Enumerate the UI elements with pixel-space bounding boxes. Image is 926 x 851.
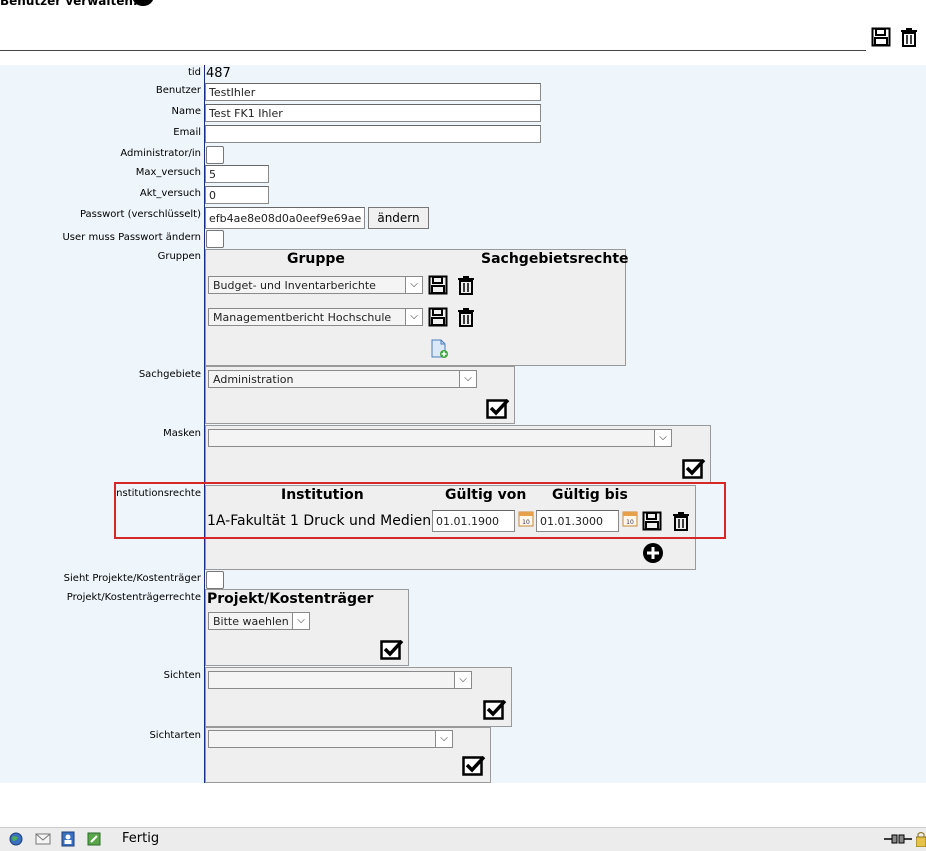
chevron-down-icon: ⌵ [405, 309, 422, 325]
projektrechte-label: Projekt/Kostenträgerrechte [66, 592, 201, 603]
max-versuch-input[interactable] [205, 165, 269, 183]
projekt-select[interactable]: Bitte waehlen ⌵ [208, 612, 310, 630]
tid-label: tid [187, 67, 201, 78]
chevron-down-icon: ⌵ [459, 371, 476, 387]
checkbox-checked-icon[interactable] [682, 457, 706, 482]
projekt-header: Projekt/Kostenträger [207, 591, 374, 607]
chevron-down-icon: ⌵ [654, 430, 671, 446]
gruppe-header: Gruppe [287, 251, 345, 267]
masken-label: Masken [163, 428, 201, 439]
akt-versuch-label: Akt_versuch [139, 188, 201, 199]
gruppe-select-value: Budget- und Inventarberichte [213, 279, 376, 292]
sichtarten-label: Sichtarten [149, 730, 201, 741]
checkbox-checked-icon[interactable] [483, 698, 507, 723]
header-divider [0, 50, 866, 51]
sieht-projekte-checkbox[interactable] [206, 571, 224, 589]
pw-change-label: User muss Passwort ändern [62, 232, 201, 243]
checkbox-checked-icon[interactable] [462, 754, 486, 779]
sieht-projekte-label: Sieht Projekte/Kostenträger [63, 573, 201, 584]
email-label: Email [173, 127, 201, 138]
masken-select[interactable]: ⌵ [208, 429, 672, 447]
trash-icon[interactable] [899, 27, 919, 50]
projekt-select-value: Bitte waehlen [213, 615, 289, 628]
trash-icon[interactable] [456, 307, 476, 330]
checkbox-checked-icon[interactable] [380, 638, 404, 663]
chevron-down-icon: ⌵ [435, 731, 452, 747]
checkbox-checked-icon[interactable] [486, 397, 510, 422]
sichten-label: Sichten [163, 670, 201, 681]
sachgebiete-select-value: Administration [213, 373, 294, 386]
connection-icon [884, 833, 912, 848]
admin-label: Administrator/in [120, 148, 201, 159]
highlight-frame [114, 482, 726, 539]
max-versuch-label: Max_versuch [135, 167, 201, 178]
name-label: Name [171, 106, 201, 117]
sichten-select[interactable]: ⌵ [208, 671, 472, 689]
sachgebiete-label: Sachgebiete [138, 369, 201, 380]
name-input[interactable] [205, 104, 541, 122]
benutzer-input[interactable] [205, 83, 541, 101]
sachgebietsrechte-header: Sachgebietsrechte [481, 251, 629, 267]
chevron-down-icon: ⌵ [405, 277, 422, 293]
gruppe-select[interactable]: Managementbericht Hochschule ⌵ [208, 308, 423, 326]
save-icon[interactable] [428, 307, 448, 330]
email-input[interactable] [205, 125, 541, 143]
lock-icon [915, 831, 926, 850]
add-circle-icon[interactable] [642, 542, 664, 567]
pw-change-checkbox[interactable] [206, 230, 224, 248]
page-title: Benutzer verwalten: [0, 0, 138, 8]
mail-icon[interactable] [35, 832, 51, 849]
benutzer-label: Benutzer [155, 85, 201, 96]
composer-icon[interactable] [86, 831, 102, 850]
akt-versuch-input[interactable] [205, 186, 269, 204]
chevron-down-icon: ⌵ [454, 672, 471, 688]
save-icon[interactable] [871, 27, 891, 50]
status-text: Fertig [122, 831, 160, 846]
save-icon[interactable] [428, 275, 448, 298]
gruppen-label: Gruppen [157, 251, 201, 262]
tid-value: 487 [206, 66, 231, 81]
gruppe-select-value: Managementbericht Hochschule [213, 311, 392, 324]
passwort-label: Passwort (verschlüsselt) [79, 209, 201, 220]
passwort-input[interactable] [205, 207, 365, 229]
gruppe-select[interactable]: Budget- und Inventarberichte ⌵ [208, 276, 423, 294]
trash-icon[interactable] [456, 275, 476, 298]
add-document-icon[interactable] [429, 339, 449, 362]
admin-checkbox[interactable] [206, 146, 224, 164]
addressbook-icon[interactable] [60, 831, 76, 850]
chevron-down-icon: ⌵ [292, 613, 309, 629]
sichtarten-select[interactable]: ⌵ [208, 730, 453, 748]
status-bar: Fertig [0, 827, 926, 851]
globe-icon[interactable] [9, 832, 23, 849]
sachgebiete-select[interactable]: Administration ⌵ [208, 370, 477, 388]
passwort-change-button[interactable]: ändern [368, 207, 429, 229]
